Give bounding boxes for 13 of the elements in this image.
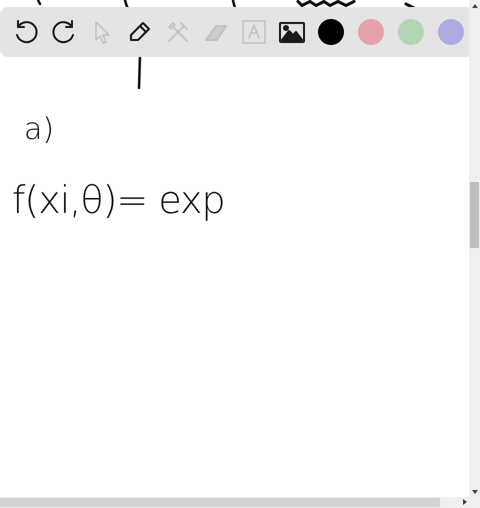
handwritten-formula: f(xi,θ)= exp xyxy=(12,178,225,222)
handwritten-text: a) xyxy=(24,112,54,147)
color-swatch[interactable] xyxy=(438,19,464,45)
vertical-scrollbar[interactable] xyxy=(469,0,480,497)
scrollbar-thumb[interactable] xyxy=(470,182,479,248)
ink-stroke-drawing xyxy=(296,0,356,7)
scrollbar-thumb[interactable] xyxy=(0,498,440,507)
scroll-right-icon[interactable] xyxy=(463,499,467,505)
scroll-up-icon[interactable] xyxy=(472,4,478,8)
color-swatch[interactable] xyxy=(398,19,424,45)
horizontal-scrollbar[interactable] xyxy=(0,497,480,508)
color-swatch[interactable] xyxy=(318,19,344,45)
color-swatch[interactable] xyxy=(358,19,384,45)
